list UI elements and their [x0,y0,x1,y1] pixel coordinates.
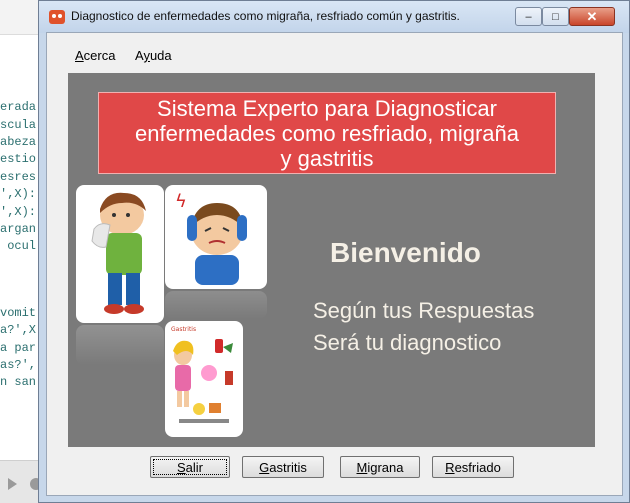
code-line: argan [0,222,37,236]
code-line: n san [0,375,37,389]
code-line: a?',X [0,323,37,337]
code-line: as?', [0,358,37,372]
code-line: vomit [0,306,37,320]
code-line: abeza [0,135,37,149]
migrana-label: igrana [367,459,404,475]
salir-label: alir [185,459,203,475]
menu-ayuda[interactable]: Ayuda [135,48,172,63]
play-icon[interactable] [8,478,17,490]
gastritis-button[interactable]: Gastritis [242,456,324,478]
window-client-area: Acerca Ayuda Sistema Experto para Diagno… [46,32,623,496]
menu-bar: Acerca Ayuda [47,33,622,63]
code-line: erada [0,100,37,114]
headache-illustration: ϟ [165,185,267,289]
app-icon [49,10,65,24]
headache-reflection [165,291,267,319]
migrana-button[interactable]: Migrana [340,456,420,478]
code-line: estio [0,152,37,166]
salir-button[interactable]: Salir [150,456,230,478]
title-banner: Sistema Experto para Diagnosticar enferm… [98,92,556,174]
window-title: Diagnostico de enfermedades como migraña… [71,9,460,23]
code-line: a par [0,341,37,355]
banner-line-1: Sistema Experto para Diagnosticar [157,96,497,121]
flu-illustration [76,185,164,323]
menu-ayuda-label: uda [149,48,172,63]
code-line: esres [0,170,37,184]
code-line: scula [0,118,37,132]
code-line: ',X): [0,205,37,219]
code-line: ',X): [0,187,37,201]
migrana-mnemonic: M [356,459,368,475]
subtitle-line-2: Será tu diagnostico [313,330,502,355]
flu-reflection [76,325,164,365]
subtitle-line-1: Según tus Respuestas [313,298,535,323]
title-bar[interactable]: Diagnostico de enfermedades como migraña… [39,1,629,33]
headache-zap-icon: ϟ [175,191,187,212]
app-window: Diagnostico de enfermedades como migraña… [38,0,630,503]
gastritis-illustration: Gastritis [165,321,243,437]
resfriado-label: esfriado [454,459,501,475]
close-button[interactable]: ✕ [569,7,615,26]
menu-acerca-mnemonic: A [75,48,84,63]
salir-mnemonic: S [176,459,186,475]
resfriado-button[interactable]: Resfriado [432,456,514,478]
resfriado-mnemonic: R [445,459,455,475]
gastritis-mnemonic: G [259,459,270,475]
splash-panel: Sistema Experto para Diagnosticar enferm… [68,73,595,447]
gastritis-label: astritis [269,459,307,475]
banner-line-2: enfermedades como resfriado, migraña [135,121,519,146]
menu-acerca[interactable]: Acerca [75,48,115,63]
welcome-heading: Bienvenido [330,237,481,268]
code-line: ocul [0,239,37,253]
banner-line-3: y gastritis [280,146,374,171]
gastritis-caption: Gastritis [171,326,196,333]
menu-acerca-label: cerca [83,48,116,63]
maximize-button[interactable]: □ [542,7,569,26]
minimize-button[interactable]: – [515,7,542,26]
